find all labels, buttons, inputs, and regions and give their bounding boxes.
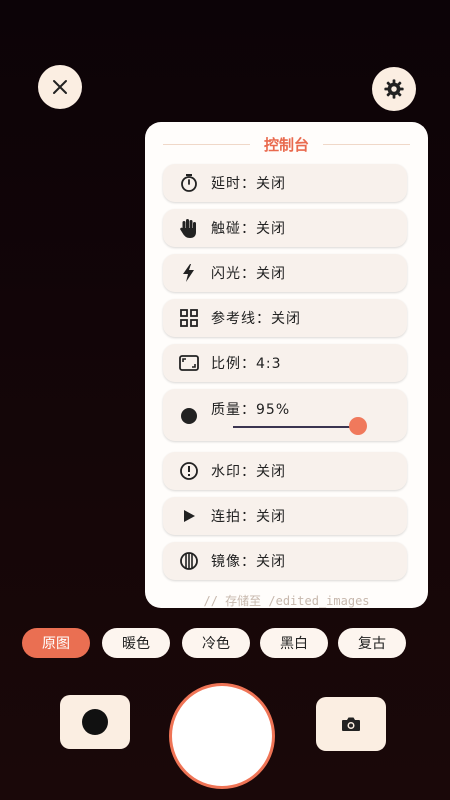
panel-header: 控制台 bbox=[163, 134, 411, 154]
quality-setting[interactable]: 质量：95% bbox=[163, 389, 407, 441]
control-panel: 控制台 延时：关闭 触碰：关闭 闪光：关闭 参考线：关闭 比例：4:3 质量：9… bbox=[145, 122, 428, 608]
filter-bar: 原图 暖色 冷色 黑白 复古 bbox=[22, 628, 432, 660]
grid-icon bbox=[177, 306, 201, 330]
timer-setting[interactable]: 延时：关闭 bbox=[163, 164, 407, 202]
touch-setting[interactable]: 触碰：关闭 bbox=[163, 209, 407, 247]
divider bbox=[163, 143, 250, 145]
watermark-icon bbox=[177, 459, 201, 483]
divider bbox=[323, 143, 411, 145]
flash-setting[interactable]: 闪光：关闭 bbox=[163, 254, 407, 292]
mirror-label: 镜像：关闭 bbox=[211, 554, 286, 570]
mirror-setting[interactable]: 镜像：关闭 bbox=[163, 542, 407, 580]
watermark-setting[interactable]: 水印：关闭 bbox=[163, 452, 407, 490]
gridline-label: 参考线：关闭 bbox=[211, 311, 301, 327]
filter-cool[interactable]: 冷色 bbox=[182, 628, 250, 658]
quality-slider-track[interactable] bbox=[233, 426, 365, 428]
play-icon bbox=[177, 504, 201, 528]
touch-label: 触碰：关闭 bbox=[211, 221, 286, 237]
timer-label: 延时：关闭 bbox=[211, 176, 286, 192]
shutter-button[interactable] bbox=[172, 686, 272, 786]
timer-icon bbox=[177, 171, 201, 195]
filter-original[interactable]: 原图 bbox=[22, 628, 90, 658]
burst-label: 连拍：关闭 bbox=[211, 509, 286, 525]
camera-screen: 控制台 延时：关闭 触碰：关闭 闪光：关闭 参考线：关闭 比例：4:3 质量：9… bbox=[0, 0, 450, 800]
quality-dot-icon bbox=[177, 404, 201, 428]
gridline-setting[interactable]: 参考线：关闭 bbox=[163, 299, 407, 337]
settings-button[interactable] bbox=[372, 67, 416, 111]
aspect-ratio-icon bbox=[177, 351, 201, 375]
ratio-setting[interactable]: 比例：4:3 bbox=[163, 344, 407, 382]
switch-camera-button[interactable] bbox=[316, 697, 386, 751]
hand-icon bbox=[177, 216, 201, 240]
quality-label: 质量：95% bbox=[211, 402, 291, 418]
close-button[interactable] bbox=[38, 65, 82, 109]
gear-icon bbox=[384, 79, 404, 99]
panel-title: 控制台 bbox=[264, 135, 310, 154]
burst-setting[interactable]: 连拍：关闭 bbox=[163, 497, 407, 535]
flash-icon bbox=[177, 261, 201, 285]
flash-label: 闪光：关闭 bbox=[211, 266, 286, 282]
watermark-label: 水印：关闭 bbox=[211, 464, 286, 480]
filter-bw[interactable]: 黑白 bbox=[260, 628, 328, 658]
ratio-label: 比例：4:3 bbox=[211, 356, 282, 372]
close-icon bbox=[53, 80, 67, 94]
save-path-note: // 存储至 /edited_images bbox=[203, 594, 370, 608]
camera-icon bbox=[342, 717, 360, 731]
record-button[interactable] bbox=[60, 695, 130, 749]
quality-slider-knob[interactable] bbox=[349, 417, 368, 435]
filter-vintage[interactable]: 复古 bbox=[338, 628, 406, 658]
record-dot-icon bbox=[82, 709, 108, 735]
filter-warm[interactable]: 暖色 bbox=[102, 628, 170, 658]
mirror-icon bbox=[177, 549, 201, 573]
